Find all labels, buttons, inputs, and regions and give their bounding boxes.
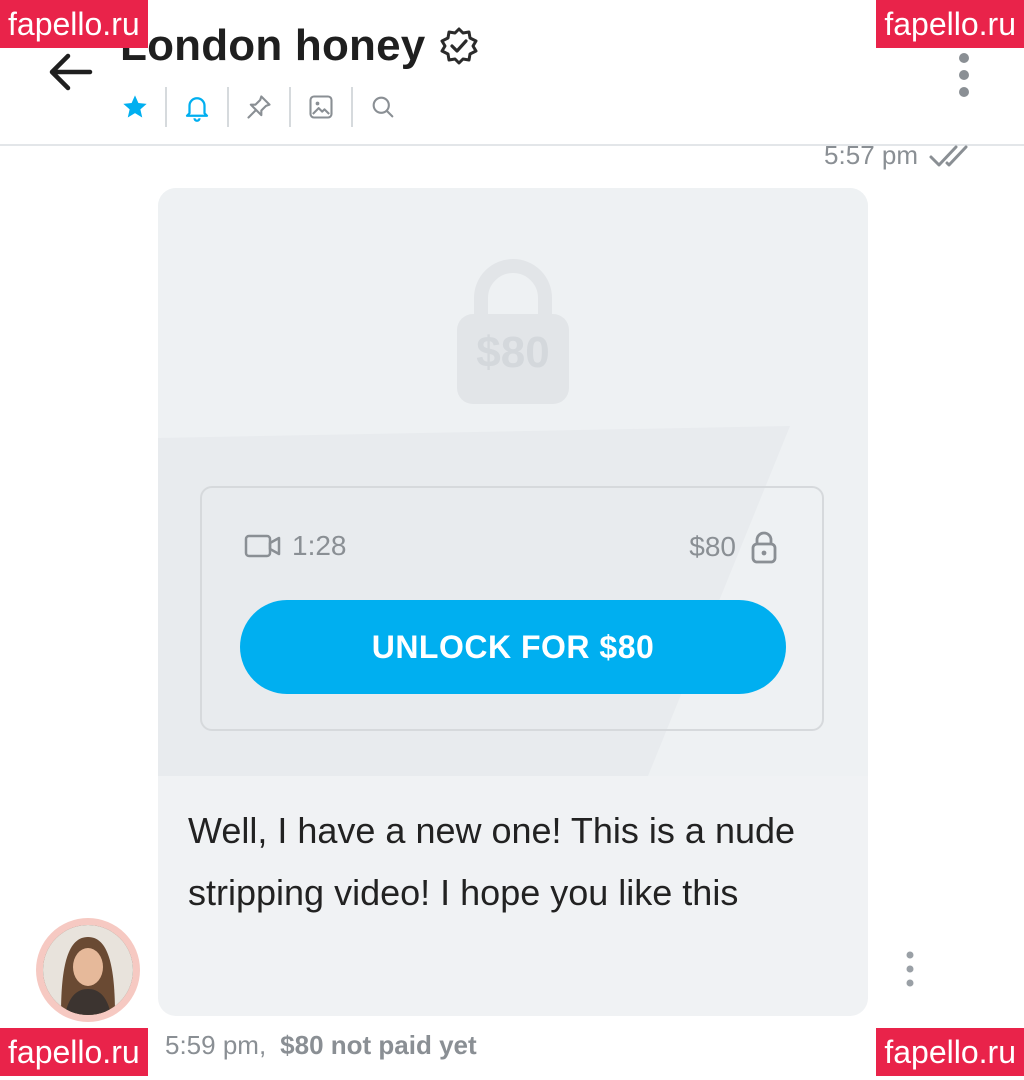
video-camera-icon <box>244 534 281 558</box>
toolbar-divider <box>227 87 229 127</box>
star-icon <box>123 95 147 118</box>
message-time: 5:59 pm, <box>165 1030 267 1060</box>
toolbar-divider <box>289 87 291 127</box>
notifications-button[interactable] <box>172 86 222 128</box>
media-gallery-button[interactable] <box>296 86 346 128</box>
title-row: London honey <box>120 14 479 78</box>
pin-icon <box>247 95 271 119</box>
double-check-icon <box>929 145 968 166</box>
back-arrow-icon[interactable] <box>44 44 100 100</box>
watermark: fapello.ru <box>0 0 148 48</box>
verified-badge-icon <box>440 27 478 65</box>
image-icon <box>309 95 333 119</box>
price-label: $80 <box>689 531 736 562</box>
watermark: fapello.ru <box>876 0 1024 48</box>
message-meta: 5:59 pm, $80 not paid yet <box>165 1030 477 1061</box>
chat-toolbar <box>110 86 408 128</box>
bell-icon <box>185 97 209 122</box>
sent-time: 5:57 pm <box>824 140 918 170</box>
message-bubble: $80 1:28 $80 UNLOCK FOR $80 Well, I have… <box>158 188 868 1016</box>
toolbar-divider <box>351 87 353 127</box>
profile-photo-icon <box>43 925 133 1015</box>
duration-label: 1:28 <box>292 530 347 561</box>
pin-button[interactable] <box>234 86 284 128</box>
video-duration: 1:28 <box>244 530 347 562</box>
watermark: fapello.ru <box>876 1028 1024 1076</box>
watermark: fapello.ru <box>0 1028 148 1076</box>
paid-media-card: 1:28 $80 UNLOCK FOR $80 <box>200 486 824 731</box>
search-button[interactable] <box>358 86 408 128</box>
chat-header: London honey <box>0 0 1024 146</box>
message-timestamp: 5:57 pm <box>824 140 974 171</box>
locked-media-preview: $80 1:28 $80 UNLOCK FOR $80 <box>158 188 868 776</box>
avatar[interactable] <box>36 918 140 1022</box>
message-options-icon[interactable] <box>900 950 920 988</box>
avatar-photo <box>43 925 133 1015</box>
locked-price: $80 <box>476 328 550 377</box>
favorite-button[interactable] <box>110 86 160 128</box>
unlock-button[interactable]: UNLOCK FOR $80 <box>240 600 786 694</box>
payment-status: $80 not paid yet <box>280 1030 477 1060</box>
more-options-icon[interactable] <box>948 50 980 100</box>
message-text: Well, I have a new one! This is a nude s… <box>188 810 796 913</box>
page-title[interactable]: London honey <box>120 21 425 71</box>
padlock-icon <box>751 531 777 564</box>
media-price: $80 <box>689 530 778 564</box>
search-icon <box>372 96 394 118</box>
toolbar-divider <box>165 87 167 127</box>
